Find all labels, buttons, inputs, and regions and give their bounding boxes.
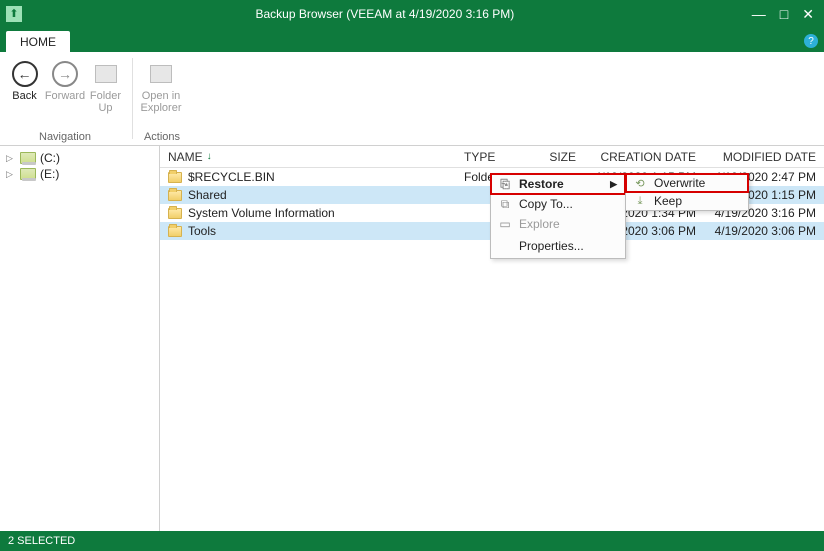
maximize-button[interactable]: □ [780, 7, 788, 21]
chevron-right-icon: ▶ [610, 179, 617, 190]
ribbon: ← Back → Forward Folder Up Navigation Op… [0, 52, 824, 146]
open-in-explorer-button: Open in Explorer [141, 56, 181, 114]
help-icon[interactable]: ? [804, 34, 818, 48]
overwrite-icon: ⟲ [632, 177, 648, 190]
column-size[interactable]: SIZE [536, 150, 584, 164]
keep-icon: ⤓ [632, 195, 648, 208]
ribbon-tab-row: HOME ? [0, 28, 824, 52]
menu-item-restore[interactable]: ⎘ Restore ▶ [491, 174, 625, 194]
arrow-right-icon: → [52, 61, 78, 87]
open-in-explorer-icon [150, 65, 172, 83]
app-icon: ⬆ [0, 0, 28, 28]
minimize-button[interactable]: — [752, 7, 766, 21]
restore-icon: ⎘ [497, 177, 513, 192]
folder-icon [168, 208, 182, 219]
folder-icon [168, 226, 182, 237]
folder-icon [168, 190, 182, 201]
explore-icon: ▭ [497, 217, 513, 231]
expand-icon[interactable]: ▷ [6, 153, 16, 164]
back-button[interactable]: ← Back [6, 56, 43, 102]
menu-item-explore: ▭ Explore [491, 214, 625, 234]
context-menu[interactable]: ⎘ Restore ▶ ⧉ Copy To... ▭ Explore Prope… [490, 173, 626, 259]
status-selected-count: 2 SELECTED [8, 535, 75, 547]
folder-up-button: Folder Up [87, 56, 124, 114]
arrow-left-icon: ← [12, 61, 38, 87]
ribbon-group-actions: Actions [141, 129, 183, 143]
close-button[interactable]: ✕ [802, 7, 814, 21]
title-bar: ⬆ Backup Browser (VEEAM at 4/19/2020 3:1… [0, 0, 824, 28]
column-type[interactable]: TYPE [456, 150, 536, 164]
tab-home[interactable]: HOME [6, 31, 70, 52]
menu-item-copy-to[interactable]: ⧉ Copy To... [491, 194, 625, 214]
tree-item-label: (E:) [40, 167, 59, 181]
column-headers[interactable]: NAME↓ TYPE SIZE CREATION DATE MODIFIED D… [160, 146, 824, 168]
tree-item-label: (C:) [40, 151, 60, 165]
submenu-item-overwrite[interactable]: ⟲ Overwrite [626, 174, 748, 192]
ribbon-group-navigation: Navigation [6, 129, 124, 143]
sort-asc-icon: ↓ [207, 151, 212, 162]
tree-item-drive-e[interactable]: ▷ (E:) [0, 166, 159, 182]
copy-icon: ⧉ [497, 197, 513, 212]
expand-icon[interactable]: ▷ [6, 169, 16, 180]
column-creation-date[interactable]: CREATION DATE [584, 150, 704, 164]
drive-icon [20, 168, 36, 180]
column-modified-date[interactable]: MODIFIED DATE [704, 150, 824, 164]
submenu-item-keep[interactable]: ⤓ Keep [626, 192, 748, 210]
window-title: Backup Browser (VEEAM at 4/19/2020 3:16 … [28, 7, 742, 21]
column-name[interactable]: NAME↓ [160, 150, 456, 164]
drive-icon [20, 152, 36, 164]
folder-tree[interactable]: ▷ (C:) ▷ (E:) [0, 146, 160, 531]
restore-submenu[interactable]: ⟲ Overwrite ⤓ Keep [625, 173, 749, 211]
folder-up-icon [95, 65, 117, 83]
status-bar: 2 SELECTED [0, 531, 824, 551]
tree-item-drive-c[interactable]: ▷ (C:) [0, 150, 159, 166]
folder-icon [168, 172, 182, 183]
main-area: ▷ (C:) ▷ (E:) NAME↓ TYPE SIZE CREATION D… [0, 146, 824, 531]
file-list-pane: NAME↓ TYPE SIZE CREATION DATE MODIFIED D… [160, 146, 824, 531]
menu-item-properties[interactable]: Properties... [491, 234, 625, 258]
forward-button: → Forward [45, 56, 85, 102]
